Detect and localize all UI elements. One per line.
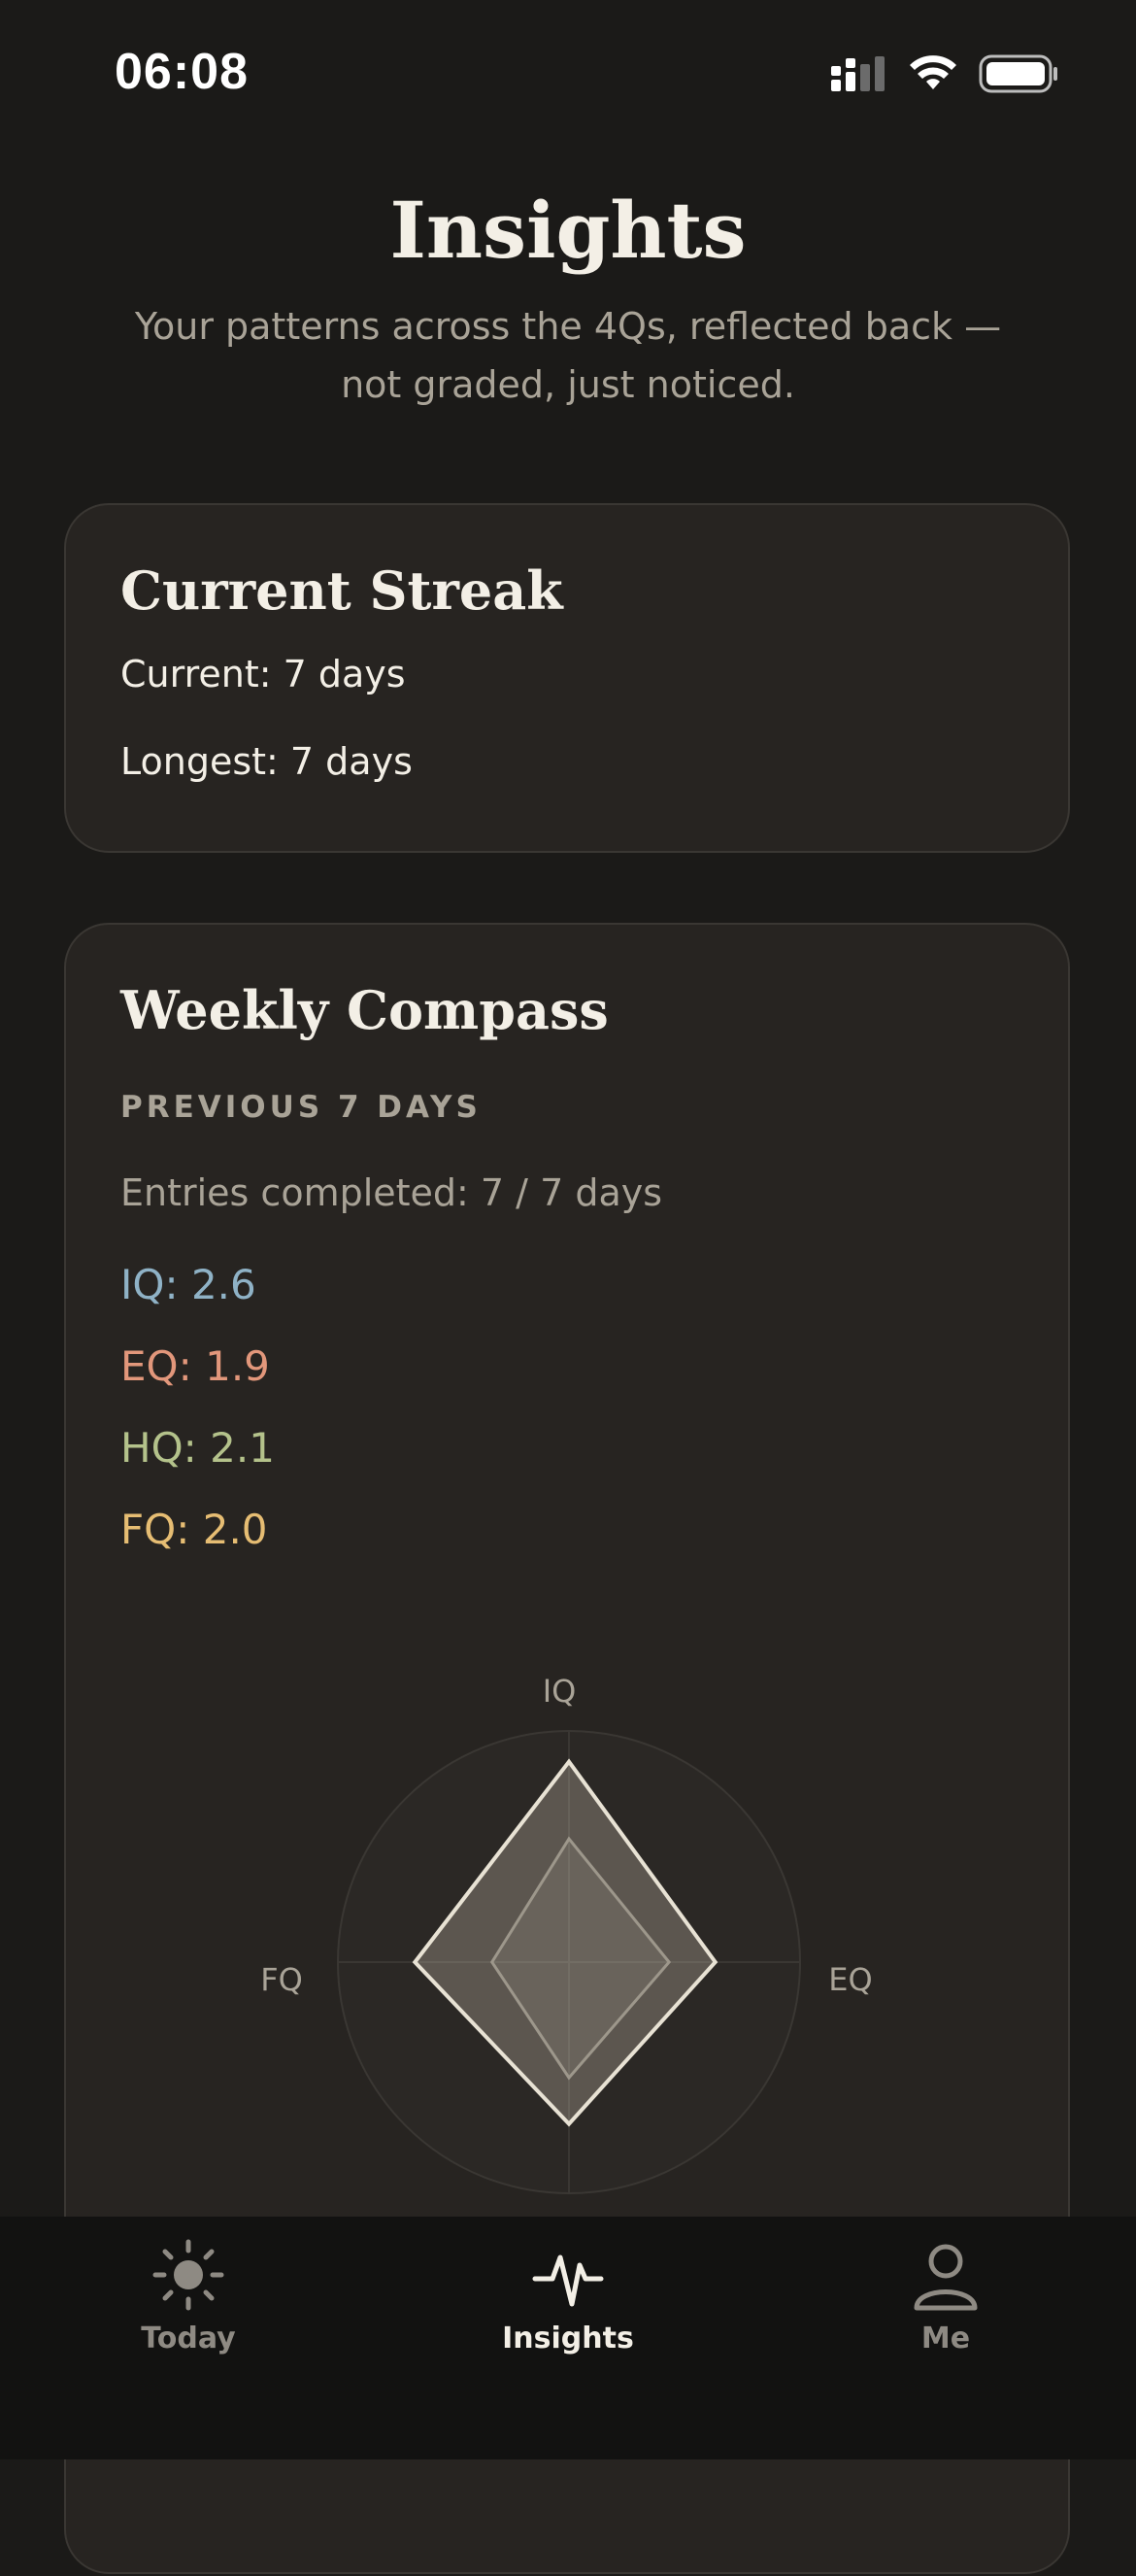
page-header: Insights Your patterns across the 4Qs, r… — [0, 185, 1136, 414]
tab-today[interactable]: Today — [43, 2236, 334, 2372]
page-subtitle: Your patterns across the 4Qs, reflected … — [134, 305, 1002, 406]
tab-insights[interactable]: Insights — [422, 2236, 714, 2372]
tab-today-label: Today — [141, 2322, 236, 2356]
wifi-icon — [910, 55, 956, 89]
person-icon — [914, 2244, 978, 2311]
tab-insights-label: Insights — [502, 2322, 634, 2356]
cellular-signal-icon — [831, 56, 885, 91]
radar-axis-label-fq: FQ — [260, 1961, 303, 1998]
status-time: 06:08 — [115, 44, 249, 100]
pulse-icon — [532, 2254, 604, 2307]
status-bar: 06:08 — [0, 0, 1136, 146]
radar-axis-label-iq: IQ — [543, 1673, 577, 1710]
battery-icon — [979, 54, 1057, 93]
status-icons — [831, 54, 1058, 93]
tab-me-label: Me — [920, 2322, 971, 2356]
tab-bar: Today Insights Me — [0, 2217, 1136, 2459]
page-title: Insights — [389, 185, 747, 276]
sun-icon — [152, 2239, 224, 2311]
current-streak: Current: 7 days — [120, 653, 406, 695]
streak-card-title: Current Streak — [120, 559, 563, 622]
longest-streak: Longest: 7 days — [120, 740, 413, 783]
streak-card: Current Streak Current: 7 days Longest: … — [64, 503, 1070, 853]
tab-me[interactable]: Me — [800, 2236, 1091, 2372]
radar-axis-label-eq: EQ — [828, 1961, 872, 1998]
